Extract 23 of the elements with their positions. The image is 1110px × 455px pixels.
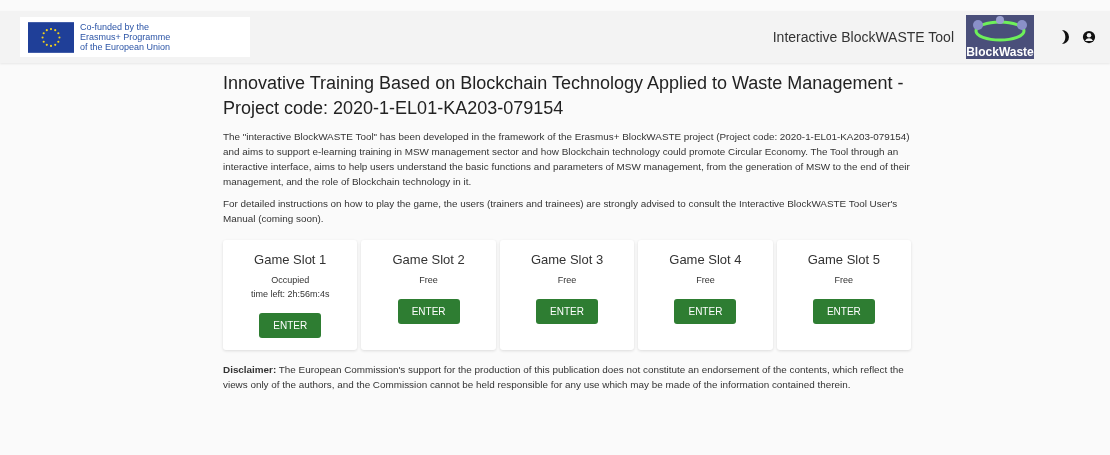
slot-title: Game Slot 5 [807,252,880,267]
enter-button[interactable]: ENTER [536,299,598,324]
slot-title: Game Slot 4 [669,252,742,267]
slot-title: Game Slot 2 [392,252,465,267]
enter-button[interactable]: ENTER [259,313,322,338]
eu-logo-text: Co-funded by the Erasmus+ Programme of the European Union [80,22,172,52]
time-left: time left: 2h:56m:4s [250,288,330,301]
slot-status: Occupied [271,274,310,287]
enter-button[interactable]: ENTER [674,299,737,324]
slot-status: Free [696,274,715,287]
enter-button[interactable]: ENTER [397,299,460,324]
enter-button[interactable]: ENTER [812,299,875,324]
blockwaste-logo: BlockWaste [966,15,1034,59]
page-title: Innovative Training Based on Blockchain Technology Applied to Waste Management - Project code: 2020-1-EL01-KA203-079154 [223,72,905,120]
slot-title: Game Slot 1 [254,252,327,267]
slot-status: Free [834,274,854,287]
disclaimer: Disclaimer: The European Commission's support for the production of this publication does not constitute an endorsement of the contents, which reflect the views only of the authors, and the Commission cannot be held responsible for any use which may be made of the information contained therein. [223,363,905,392]
slot-status: Free [557,274,577,287]
paragraph: For detailed instructions on how to play the game, the users (trainers and trainees) are strongly advised to consult the Interactive BlockWASTE Tool User's Manual (coming soon). [223,197,899,226]
slot-status: Free [419,274,438,287]
tool-title: Interactive BlockWASTE Tool [772,29,954,45]
paragraph: The "interactive BlockWASTE Tool" has been developed in the framework of the Erasmus+ BlockWASTE project (Project code: 2020-1-EL01-KA203-079154) and aims to support e-learning training in MSW management sector and how Blockchain technology could promote Circular Economy. The Tool through an interactive interface, aims to help users understand the basic functions and parameters of MSW management, from the generation of MSW to the end of their management, and the role of Blockchain technology in it. [223,130,911,189]
slot-title: Game Slot 3 [530,252,604,267]
